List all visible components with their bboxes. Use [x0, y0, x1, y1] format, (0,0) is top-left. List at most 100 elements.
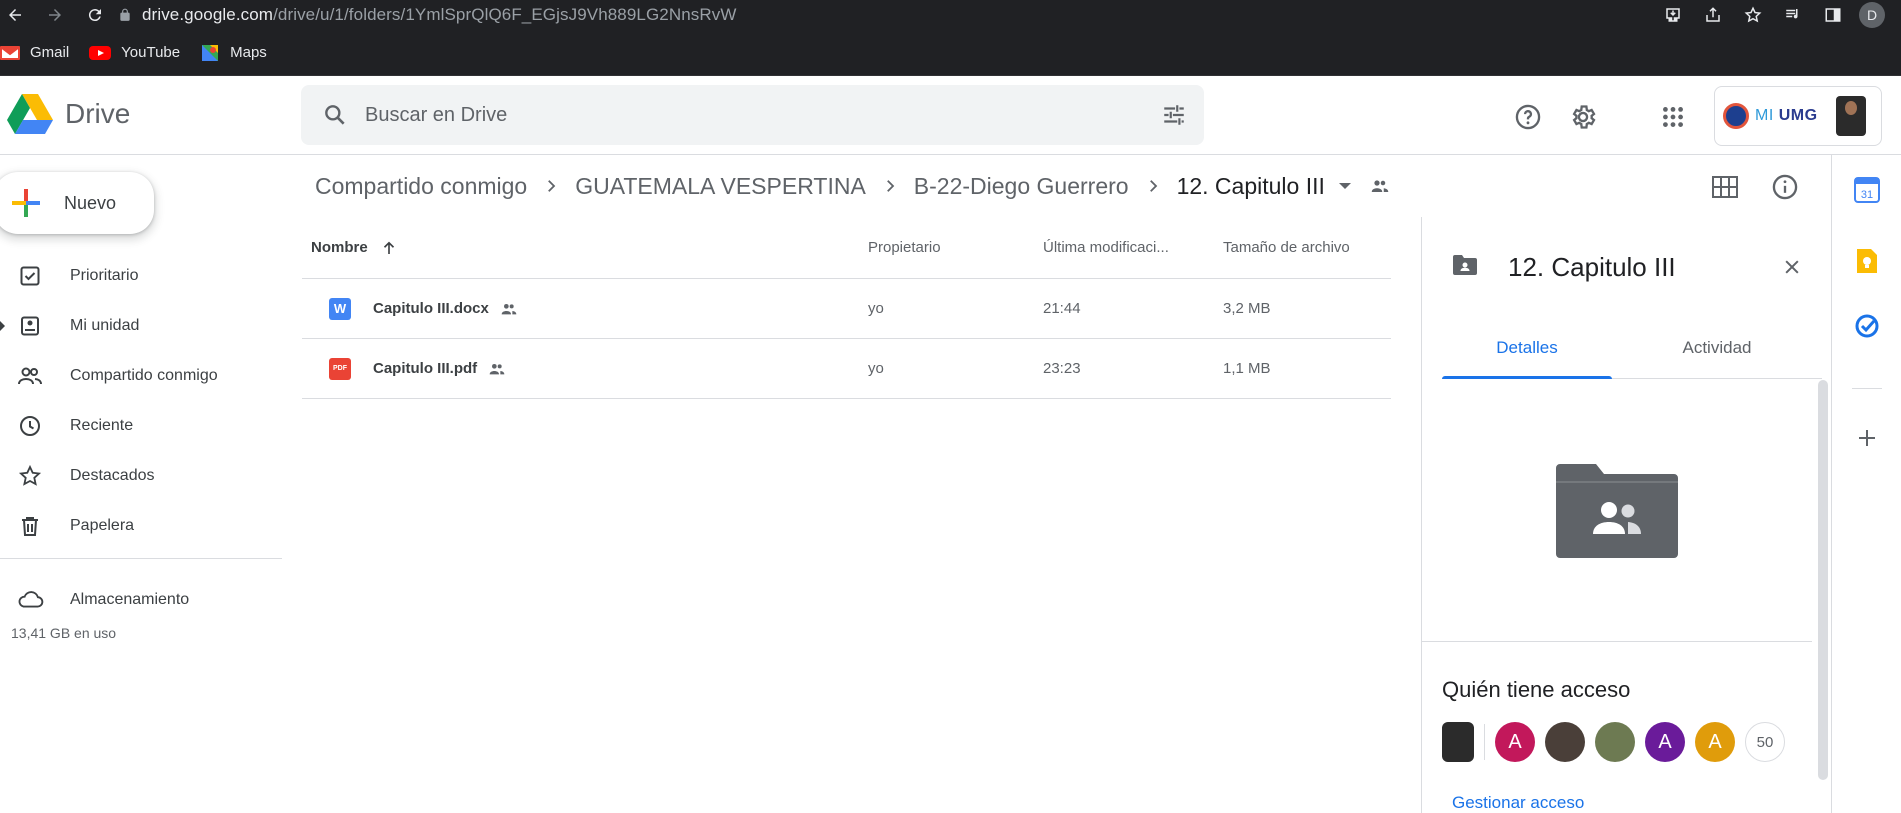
breadcrumb-current-folder[interactable]: 12. Capitulo III — [1163, 173, 1329, 200]
avatar[interactable] — [1595, 722, 1635, 762]
apps-grid-icon[interactable] — [1653, 97, 1693, 137]
sidebar-item-label: Compartido conmigo — [70, 367, 218, 384]
sidebar-item-label: Mi unidad — [70, 317, 140, 334]
new-button[interactable]: Nuevo — [0, 172, 154, 234]
url-path: /drive/u/1/folders/1YmlSprQlQ6F_EGjsJ9Vh… — [273, 5, 737, 24]
my-drive-icon — [16, 312, 44, 340]
tab-detalles[interactable]: Detalles — [1442, 317, 1612, 379]
file-name: Capitulo III.pdf — [373, 360, 478, 377]
sidebar-item-prioritario[interactable]: Prioritario — [0, 251, 282, 301]
people-icon — [16, 362, 44, 390]
bookmarks-bar: Gmail YouTube Maps — [0, 30, 1901, 76]
gmail-icon — [0, 45, 20, 60]
calendar-icon[interactable]: 31 — [1852, 175, 1882, 205]
umg-logo — [1723, 103, 1749, 129]
plus-icon — [12, 189, 40, 217]
address-bar[interactable]: drive.google.com/drive/u/1/folders/1YmlS… — [118, 2, 1598, 28]
youtube-icon — [89, 45, 112, 60]
file-size: 3,2 MB — [1223, 300, 1271, 317]
forward-icon[interactable] — [40, 0, 70, 30]
breadcrumb-item[interactable]: B-22-Diego Guerrero — [900, 173, 1143, 200]
details-title: 12. Capitulo III — [1508, 251, 1676, 282]
manage-access-link[interactable]: Gestionar acceso — [1452, 793, 1584, 813]
media-queue-icon[interactable] — [1773, 0, 1813, 30]
folder-menu-caret-icon[interactable] — [1338, 183, 1351, 189]
storage-used-text: 13,41 GB en uso — [11, 625, 117, 641]
table-row[interactable]: PDF Capitulo III.pdf yo 23:23 1,1 MB — [302, 339, 1391, 399]
avatar[interactable] — [1442, 722, 1474, 762]
share-icon[interactable] — [1693, 0, 1733, 30]
file-modified: 23:23 — [1043, 360, 1081, 377]
word-doc-icon: W — [329, 297, 351, 320]
install-icon[interactable] — [1653, 0, 1693, 30]
back-icon[interactable] — [0, 0, 30, 30]
avatar-divider — [1484, 724, 1485, 760]
avatar[interactable]: A — [1645, 722, 1685, 762]
sidebar-item-label: Prioritario — [70, 267, 139, 284]
close-icon[interactable] — [1776, 251, 1808, 283]
access-count-badge[interactable]: 50 — [1745, 722, 1785, 762]
sidebar-item-compartido[interactable]: Compartido conmigo — [0, 351, 282, 401]
check-box-icon — [16, 262, 44, 290]
sidebar-item-storage[interactable]: Almacenamiento — [0, 575, 282, 625]
side-apps-panel: 31 — [1831, 155, 1901, 813]
account-switcher[interactable]: MI UMG — [1714, 86, 1882, 146]
bookmark-label: Gmail — [30, 44, 70, 61]
sidebar-item-papelera[interactable]: Papelera — [0, 501, 282, 551]
trash-icon — [16, 512, 44, 540]
tab-actividad[interactable]: Actividad — [1632, 317, 1802, 378]
search-input[interactable] — [365, 103, 1125, 127]
account-avatar[interactable] — [1835, 96, 1866, 136]
sidebar-item-mi-unidad[interactable]: Mi unidad — [0, 301, 282, 351]
column-header-modified[interactable]: Última modificaci... — [1043, 239, 1223, 256]
svg-text:31: 31 — [1861, 189, 1873, 201]
avatar[interactable]: A — [1695, 722, 1735, 762]
sidebar-item-destacados[interactable]: Destacados — [0, 451, 282, 501]
file-owner: yo — [868, 300, 884, 317]
breadcrumb-item[interactable]: GUATEMALA VESPERTINA — [561, 173, 880, 200]
file-owner: yo — [868, 360, 884, 377]
bookmark-maps[interactable]: Maps — [200, 38, 277, 68]
help-icon[interactable] — [1508, 97, 1548, 137]
bookmark-youtube[interactable]: YouTube — [89, 38, 190, 68]
bookmark-star-icon[interactable] — [1733, 0, 1773, 30]
pdf-file-icon: PDF — [329, 357, 351, 380]
browser-profile-avatar[interactable]: D — [1859, 2, 1885, 28]
file-modified: 21:44 — [1043, 300, 1081, 317]
sidebar-item-label: Reciente — [70, 417, 134, 434]
file-size: 1,1 MB — [1223, 360, 1271, 377]
access-avatars[interactable]: A A A 50 — [1442, 722, 1795, 762]
column-header-size[interactable]: Tamaño de archivo — [1223, 239, 1391, 256]
column-header-owner[interactable]: Propietario — [868, 239, 1043, 256]
search-bar[interactable] — [301, 85, 1204, 145]
column-header-name[interactable]: Nombre — [302, 239, 868, 257]
avatar[interactable] — [1545, 722, 1585, 762]
grid-view-icon[interactable] — [1703, 165, 1747, 209]
expand-arrow-icon[interactable] — [0, 321, 5, 331]
shared-folder-large-icon — [1556, 463, 1678, 558]
file-name: Capitulo III.docx — [373, 300, 489, 317]
bookmark-gmail[interactable]: Gmail — [0, 38, 79, 68]
app-name: Drive — [65, 98, 131, 129]
breadcrumb: Compartido conmigo GUATEMALA VESPERTINA … — [301, 155, 1391, 217]
side-panel-divider — [1852, 388, 1882, 389]
search-icon[interactable] — [305, 85, 365, 145]
side-panel-icon[interactable] — [1813, 0, 1853, 30]
tasks-icon[interactable] — [1852, 311, 1882, 341]
drive-logo[interactable]: Drive — [7, 94, 130, 134]
info-icon[interactable] — [1763, 165, 1807, 209]
details-panel: 12. Capitulo III Detalles Actividad Quié… — [1421, 217, 1831, 813]
shared-icon — [487, 361, 507, 377]
settings-gear-icon[interactable] — [1563, 97, 1603, 137]
details-scrollbar[interactable] — [1818, 380, 1828, 780]
sort-arrow-up-icon[interactable] — [380, 239, 398, 257]
maps-icon — [202, 44, 219, 61]
add-addon-icon[interactable] — [1852, 423, 1882, 453]
keep-icon[interactable] — [1852, 246, 1882, 276]
table-row[interactable]: W Capitulo III.docx yo 21:44 3,2 MB — [302, 279, 1391, 339]
reload-icon[interactable] — [80, 0, 110, 30]
sidebar-item-reciente[interactable]: Reciente — [0, 401, 282, 451]
breadcrumb-item[interactable]: Compartido conmigo — [301, 173, 541, 200]
search-options-icon[interactable] — [1158, 99, 1190, 131]
avatar[interactable]: A — [1495, 722, 1535, 762]
